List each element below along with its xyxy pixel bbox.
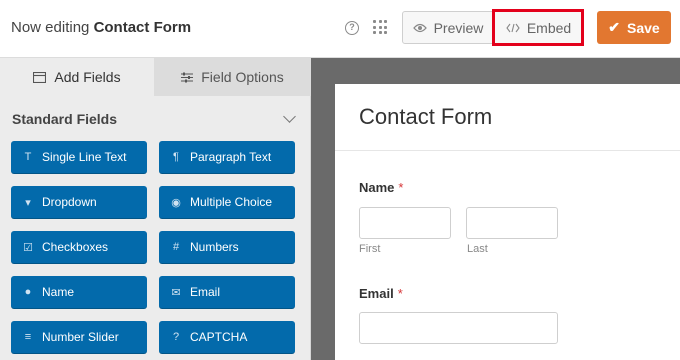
check-icon: ✔ [608,19,621,35]
text-icon: T [24,151,32,163]
field-button-dropdown[interactable]: ▾ Dropdown [11,186,147,219]
field-label: Single Line Text [42,150,127,164]
email-label-text: Email [359,286,394,301]
first-name-input[interactable] [359,207,451,239]
field-button-multiple-choice[interactable]: ◉ Multiple Choice [159,186,295,219]
required-mark: * [398,180,404,195]
eye-icon [412,23,427,32]
save-button[interactable]: ✔ Save [597,11,671,44]
last-sublabel: Last [467,243,488,255]
user-icon: ● [24,286,32,298]
help-icon[interactable]: ? [345,21,359,35]
tab-add-fields-label: Add Fields [54,69,121,85]
field-label: Multiple Choice [190,195,273,209]
email-field-label: Email * [359,286,403,301]
title-prefix: Now editing [11,19,90,36]
name-field-label: Name * [359,180,403,195]
last-name-input[interactable] [466,207,558,239]
title-divider [335,150,680,151]
chevron-down-icon[interactable] [283,110,296,123]
email-input[interactable] [359,312,558,344]
field-label: CAPTCHA [190,330,248,344]
required-mark: * [397,286,403,301]
field-label: Name [42,285,75,299]
title-form-name: Contact Form [93,19,192,36]
paragraph-icon: ¶ [173,151,179,163]
tab-field-options[interactable]: Field Options [154,58,311,96]
sliders-icon [181,72,194,82]
dropdown-icon: ▾ [25,196,31,209]
checkbox-icon: ☑ [23,241,33,254]
slider-icon: ≡ [24,331,32,343]
page-title: Now editing Contact Form [11,19,191,36]
field-label: Number Slider [42,330,119,344]
top-bar: Now editing Contact Form ? Preview Embed… [0,0,680,58]
section-title: Standard Fields [12,111,118,127]
question-icon: ? [172,331,180,343]
field-button-number-slider[interactable]: ≡ Number Slider [11,321,147,354]
preview-label: Preview [433,19,484,36]
field-button-name[interactable]: ● Name [11,276,147,309]
field-button-captcha[interactable]: ? CAPTCHA [159,321,295,354]
radio-icon: ◉ [171,196,181,209]
form-title: Contact Form [359,104,493,129]
field-label: Numbers [190,240,239,254]
field-label: Checkboxes [42,240,109,254]
field-button-single-line-text[interactable]: T Single Line Text [11,141,147,174]
field-button-numbers[interactable]: # Numbers [159,231,295,264]
name-label-text: Name [359,180,395,195]
tab-field-options-label: Field Options [201,69,284,85]
field-button-paragraph-text[interactable]: ¶ Paragraph Text [159,141,295,174]
preview-button[interactable]: Preview [403,12,493,43]
envelope-icon: ✉ [171,286,181,299]
field-label: Dropdown [42,195,97,209]
field-button-email[interactable]: ✉ Email [159,276,295,309]
field-button-checkboxes[interactable]: ☑ Checkboxes [11,231,147,264]
apps-grid-icon[interactable] [373,20,387,34]
field-label: Paragraph Text [190,150,272,164]
tab-add-fields[interactable]: Add Fields [0,58,154,96]
embed-highlight-box [492,9,584,46]
hash-icon: # [172,241,180,253]
first-sublabel: First [359,243,381,255]
list-icon [33,71,47,83]
save-label: Save [627,19,660,36]
field-label: Email [190,285,221,299]
